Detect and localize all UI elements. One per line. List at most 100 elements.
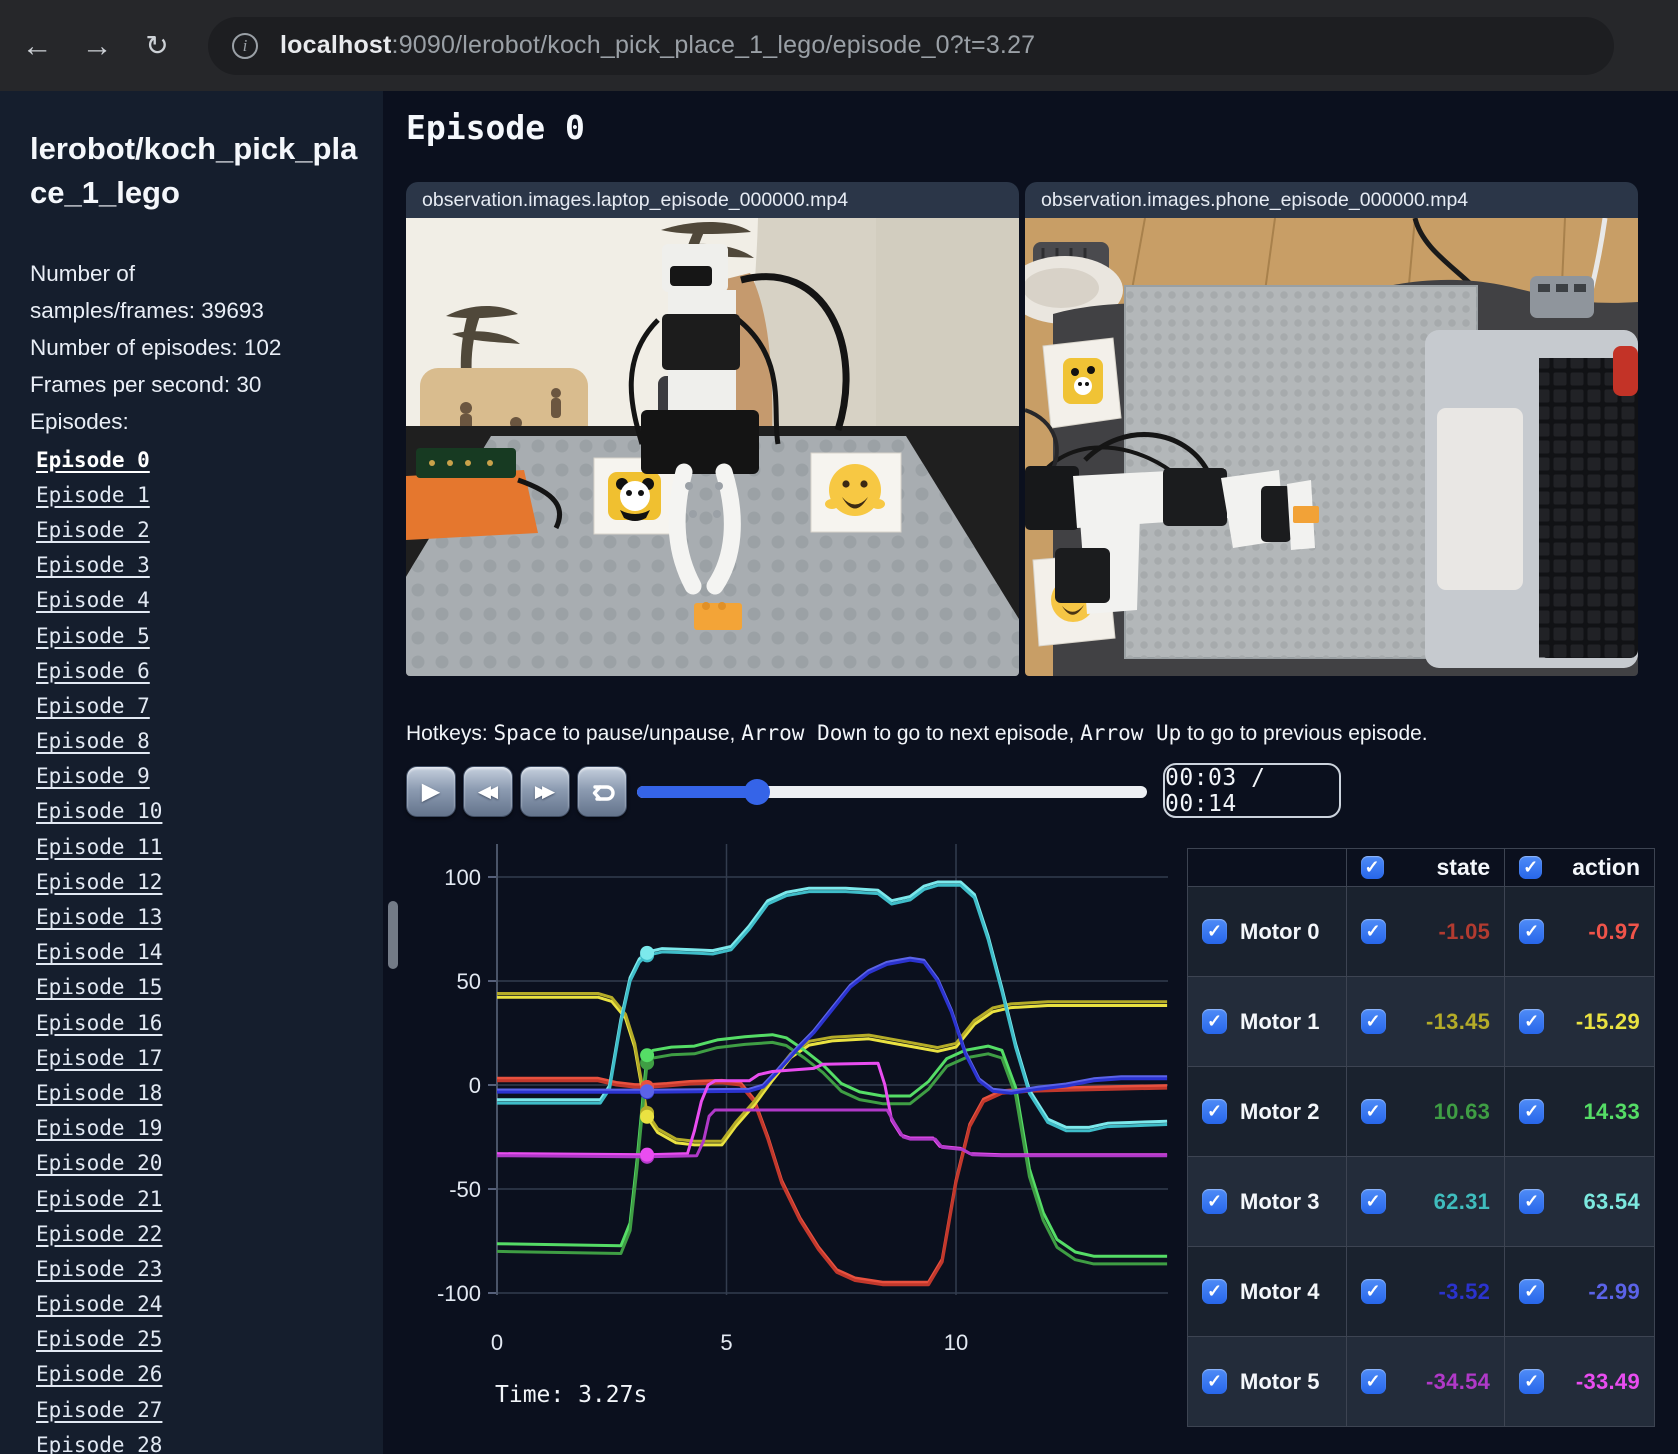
action-column-checkbox[interactable] [1519,856,1543,879]
episode-link[interactable]: Episode 9 [36,759,383,794]
episode-link[interactable]: Episode 16 [36,1005,383,1040]
video-player-phone[interactable] [1025,218,1638,676]
motor-checkbox[interactable] [1202,1099,1227,1124]
motor-row: Motor 5 -34.54 -33.49 [1187,1336,1655,1427]
state-value: 10.63 [1433,1098,1491,1124]
state-checkbox[interactable] [1360,1279,1386,1304]
episode-link[interactable]: Episode 2 [36,512,383,547]
video-filename: observation.images.laptop_episode_000000… [406,182,1019,218]
stat-fps: Frames per second: 30 [30,372,262,397]
motor-name: Motor 0 [1240,918,1320,944]
episode-link[interactable]: Episode 14 [36,935,383,970]
action-checkbox[interactable] [1519,1099,1545,1124]
svg-text:100: 100 [444,865,481,890]
state-column-checkbox[interactable] [1360,856,1384,879]
episodes-label: Episodes: [30,409,129,434]
motor-checkbox[interactable] [1202,1009,1227,1034]
play-button[interactable]: ▶ [406,766,456,817]
slider-fill [637,786,757,798]
state-column-header: state [1345,848,1506,887]
state-checkbox[interactable] [1360,1189,1386,1214]
fast-forward-button[interactable]: ▶▶ [520,766,570,817]
motor-name: Motor 5 [1240,1368,1320,1394]
episode-link[interactable]: Episode 22 [36,1216,383,1251]
episode-link[interactable]: Episode 6 [36,653,383,688]
state-checkbox[interactable] [1360,1099,1386,1124]
episode-link[interactable]: Episode 3 [36,548,383,583]
state-checkbox[interactable] [1360,1369,1386,1394]
motor-row: Motor 2 10.63 14.33 [1187,1066,1655,1157]
rewind-button[interactable]: ◀◀ [463,766,513,817]
action-checkbox[interactable] [1519,1009,1545,1034]
motor-chart[interactable]: 100 50 0 -50 -100 0 5 10 [385,838,1185,1428]
episode-link[interactable]: Episode 11 [36,829,383,864]
state-value: -3.52 [1438,1278,1491,1304]
dataset-title: lerobot/koch_pick_place_1_lego [30,131,358,210]
action-checkbox[interactable] [1519,1279,1545,1304]
motor-name: Motor 1 [1240,1008,1320,1034]
motor-checkbox[interactable] [1202,919,1227,944]
stat-episodes: Number of episodes: 102 [30,335,282,360]
loop-button[interactable] [577,766,627,817]
sidebar: lerobot/koch_pick_place_1_lego Number of… [0,91,383,1454]
reload-icon[interactable]: ↻ [134,23,180,69]
episode-link[interactable]: Episode 17 [36,1040,383,1075]
info-icon[interactable]: i [232,32,258,59]
slider-track[interactable] [637,786,1147,798]
episode-link[interactable]: Episode 12 [36,864,383,899]
state-checkbox[interactable] [1360,919,1386,944]
slider-thumb[interactable] [743,779,770,805]
lerobot-dataset-visualizer: ← → ↻ i localhost:9090/lerobot/koch_pick… [0,0,1678,1454]
video-progress-slider[interactable] [637,779,1147,805]
action-checkbox[interactable] [1519,1369,1545,1394]
episode-link[interactable]: Episode 25 [36,1322,383,1357]
episode-link[interactable]: Episode 28 [36,1427,383,1454]
episode-link[interactable]: Episode 0 [36,442,383,477]
video-player-laptop[interactable] [406,218,1019,676]
episode-link[interactable]: Episode 21 [36,1181,383,1216]
episode-link[interactable]: Episode 1 [36,477,383,512]
motor-row: Motor 4 -3.52 -2.99 [1187,1246,1655,1337]
episode-link[interactable]: Episode 26 [36,1357,383,1392]
episode-link[interactable]: Episode 20 [36,1146,383,1181]
url-bar[interactable]: i localhost:9090/lerobot/koch_pick_place… [208,16,1614,75]
back-icon[interactable]: ← [14,23,60,69]
motor-checkbox[interactable] [1202,1279,1227,1304]
action-checkbox[interactable] [1519,919,1545,944]
video-filename: observation.images.phone_episode_000000.… [1025,182,1638,218]
svg-text:10: 10 [944,1330,968,1355]
motor-checkbox[interactable] [1202,1189,1227,1214]
rewind-icon: ◀◀ [477,782,498,801]
forward-icon[interactable]: → [74,23,120,69]
action-checkbox[interactable] [1519,1189,1545,1214]
svg-text:50: 50 [457,969,481,994]
episode-link[interactable]: Episode 23 [36,1251,383,1286]
motor-checkbox[interactable] [1202,1369,1227,1394]
episode-list: Episode 0 Episode 1 Episode 2 Episode 3 Epis… [36,442,383,1454]
episode-link[interactable]: Episode 4 [36,583,383,618]
episode-link[interactable]: Episode 8 [36,724,383,759]
browser-chrome: ← → ↻ i localhost:9090/lerobot/koch_pick… [0,0,1678,91]
episode-link[interactable]: Episode 27 [36,1392,383,1427]
episode-link[interactable]: Episode 13 [36,899,383,934]
action-value: 14.33 [1583,1098,1640,1124]
url-text: localhost:9090/lerobot/koch_pick_place_1… [280,31,1036,59]
state-checkbox[interactable] [1360,1009,1386,1034]
motor-name: Motor 3 [1240,1188,1320,1214]
episode-link[interactable]: Episode 19 [36,1111,383,1146]
stat-samples: Number of samples/frames: 39693 [30,261,264,323]
svg-text:0: 0 [491,1330,503,1355]
action-value: -2.99 [1588,1278,1640,1304]
episode-link[interactable]: Episode 7 [36,688,383,723]
chart-time-label: Time: 3.27s [495,1382,648,1408]
video-panel-phone: observation.images.phone_episode_000000.… [1025,182,1638,676]
episode-link[interactable]: Episode 5 [36,618,383,653]
episode-link[interactable]: Episode 10 [36,794,383,829]
motor-row: Motor 0 -1.05 -0.97 [1187,886,1655,977]
episode-link[interactable]: Episode 18 [36,1075,383,1110]
motor-name: Motor 4 [1240,1278,1320,1304]
page-title: Episode 0 [406,108,585,147]
episode-link[interactable]: Episode 24 [36,1287,383,1322]
episode-link[interactable]: Episode 15 [36,970,383,1005]
motor-row: Motor 3 62.31 63.54 [1187,1156,1655,1247]
